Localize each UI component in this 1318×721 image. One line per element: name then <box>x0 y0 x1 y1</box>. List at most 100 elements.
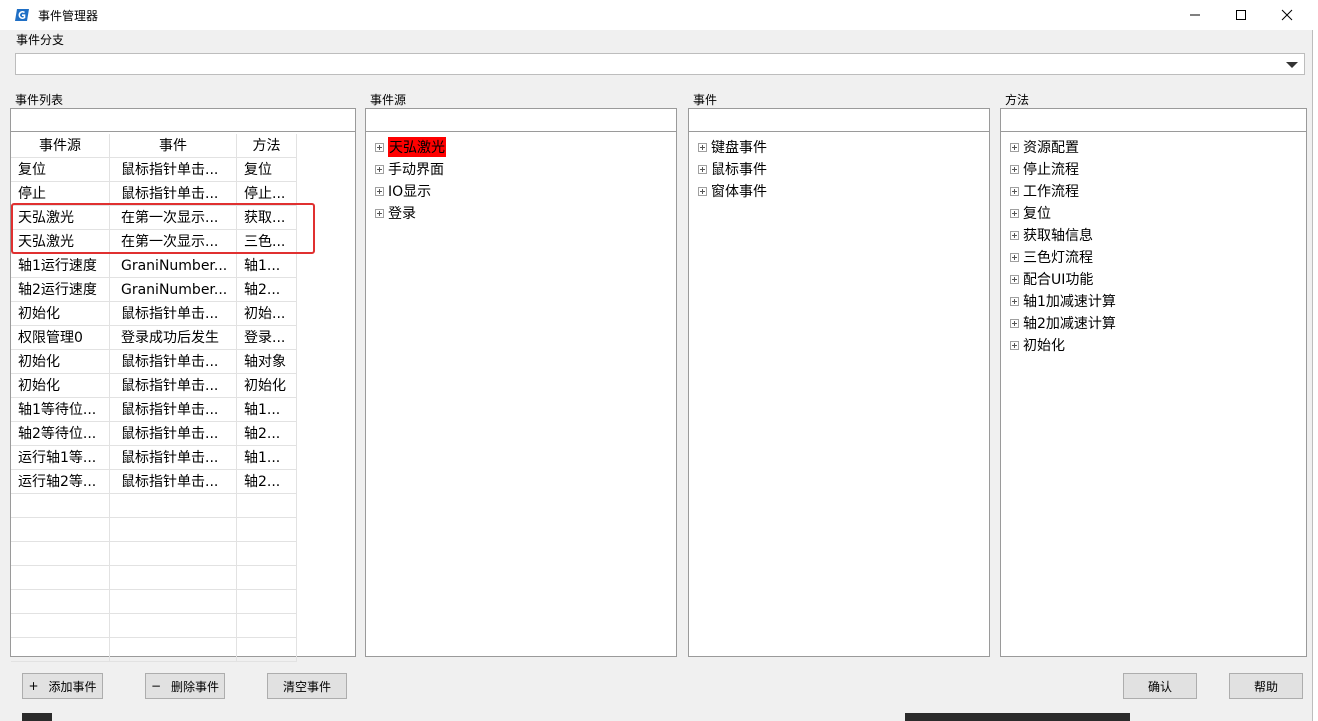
expand-icon[interactable] <box>1010 274 1019 284</box>
table-row[interactable]: 初始化 鼠标指针单击... 轴对象 <box>11 350 297 374</box>
clear-events-label: 清空事件 <box>282 679 331 694</box>
expand-icon[interactable] <box>1010 252 1019 262</box>
tree-item-label: 获取轴信息 <box>1023 228 1093 244</box>
methods-label: 方法 <box>1005 93 1030 107</box>
cell-event: 鼠标指针单击... <box>110 422 237 446</box>
expand-icon[interactable] <box>1010 340 1019 350</box>
tree-item[interactable]: 轴2加减速计算 <box>1010 312 1116 334</box>
table-row[interactable]: 轴1运行速度 GraniNumber... 轴1... <box>11 254 297 278</box>
methods-search-input[interactable] <box>1001 109 1306 132</box>
tree-item[interactable]: 手动界面 <box>375 158 446 180</box>
tree-item[interactable]: 资源配置 <box>1010 136 1116 158</box>
expand-icon[interactable] <box>375 164 384 174</box>
empty-row <box>11 518 297 542</box>
events-panel: 键盘事件 鼠标事件 窗体事件 <box>688 108 990 657</box>
delete-event-button[interactable]: − 删除事件 <box>145 673 225 699</box>
tree-item[interactable]: 工作流程 <box>1010 180 1116 202</box>
cell-source: 轴2运行速度 <box>11 278 110 302</box>
cell-method: 初始... <box>237 302 297 326</box>
tree-item[interactable]: IO显示 <box>375 180 446 202</box>
cell-method: 轴1... <box>237 398 297 422</box>
cell-event: 鼠标指针单击... <box>110 350 237 374</box>
events-search-input[interactable] <box>689 109 989 132</box>
expand-icon[interactable] <box>1010 164 1019 174</box>
expand-icon[interactable] <box>375 208 384 218</box>
minus-icon: − <box>150 679 162 693</box>
branch-combobox[interactable] <box>15 53 1305 75</box>
empty-row <box>11 590 297 614</box>
cell-source: 运行轴2等... <box>11 470 110 494</box>
tree-item-label: 资源配置 <box>1023 140 1079 156</box>
confirm-label: 确认 <box>1147 679 1172 694</box>
table-row[interactable]: 运行轴1等... 鼠标指针单击... 轴1... <box>11 446 297 470</box>
event-manager-window: 事件管理器 事件分支 事件列表 事件源 事件 方法 事件源 事件 方法 复位 鼠… <box>0 0 1313 721</box>
help-button[interactable]: 帮助 <box>1229 673 1303 699</box>
cell-method: 初始化 <box>237 374 297 398</box>
add-event-button[interactable]: + 添加事件 <box>22 673 103 699</box>
tree-item[interactable]: 轴1加减速计算 <box>1010 290 1116 312</box>
minimize-button[interactable] <box>1172 0 1218 30</box>
help-label: 帮助 <box>1253 679 1278 694</box>
expand-icon[interactable] <box>375 142 384 152</box>
tree-item[interactable]: 天弘激光 <box>375 136 446 158</box>
table-row[interactable]: 初始化 鼠标指针单击... 初始... <box>11 302 297 326</box>
column-header-method[interactable]: 方法 <box>237 134 297 158</box>
expand-icon[interactable] <box>1010 318 1019 328</box>
branch-label: 事件分支 <box>16 33 65 47</box>
background-strip <box>905 713 1130 721</box>
cell-event: 鼠标指针单击... <box>110 470 237 494</box>
expand-icon[interactable] <box>698 186 707 196</box>
dropdown-arrow-icon[interactable] <box>1286 62 1298 68</box>
tree-item[interactable]: 键盘事件 <box>698 136 767 158</box>
title-bar: 事件管理器 <box>0 0 1313 30</box>
table-row[interactable]: 权限管理0 登录成功后发生 登录... <box>11 326 297 350</box>
tree-item[interactable]: 获取轴信息 <box>1010 224 1116 246</box>
tree-item[interactable]: 三色灯流程 <box>1010 246 1116 268</box>
expand-icon[interactable] <box>1010 208 1019 218</box>
event-source-search-input[interactable] <box>366 109 676 132</box>
delete-event-label: 删除事件 <box>171 679 220 694</box>
tree-item-label: 键盘事件 <box>711 140 767 156</box>
event-source-label: 事件源 <box>370 93 407 107</box>
expand-icon[interactable] <box>1010 230 1019 240</box>
cell-source: 初始化 <box>11 302 110 326</box>
expand-icon[interactable] <box>1010 186 1019 196</box>
column-header-event[interactable]: 事件 <box>110 134 237 158</box>
table-row[interactable]: 初始化 鼠标指针单击... 初始化 <box>11 374 297 398</box>
table-row[interactable]: 复位 鼠标指针单击... 复位 <box>11 158 297 182</box>
column-header-source[interactable]: 事件源 <box>11 134 110 158</box>
tree-item[interactable]: 窗体事件 <box>698 180 767 202</box>
expand-icon[interactable] <box>698 142 707 152</box>
cell-source: 复位 <box>11 158 110 182</box>
events-label: 事件 <box>693 93 718 107</box>
expand-icon[interactable] <box>1010 296 1019 306</box>
cell-event: 鼠标指针单击... <box>110 446 237 470</box>
expand-icon[interactable] <box>375 186 384 196</box>
table-row[interactable]: 轴2等待位... 鼠标指针单击... 轴2... <box>11 422 297 446</box>
event-list-search-input[interactable] <box>11 109 355 132</box>
tree-item[interactable]: 复位 <box>1010 202 1116 224</box>
annotation-highlight-box <box>11 203 315 254</box>
tree-item-label: 鼠标事件 <box>711 162 767 178</box>
tree-item-label: 三色灯流程 <box>1023 250 1093 266</box>
tree-item[interactable]: 停止流程 <box>1010 158 1116 180</box>
confirm-button[interactable]: 确认 <box>1123 673 1197 699</box>
tree-item[interactable]: 配合UI功能 <box>1010 268 1116 290</box>
close-button[interactable] <box>1264 0 1310 30</box>
table-row[interactable]: 运行轴2等... 鼠标指针单击... 轴2... <box>11 470 297 494</box>
tree-item[interactable]: 鼠标事件 <box>698 158 767 180</box>
expand-icon[interactable] <box>1010 142 1019 152</box>
expand-icon[interactable] <box>698 164 707 174</box>
table-row[interactable]: 轴1等待位... 鼠标指针单击... 轴1... <box>11 398 297 422</box>
cell-method: 复位 <box>237 158 297 182</box>
app-icon <box>15 9 29 21</box>
plus-icon: + <box>28 679 39 693</box>
cell-source: 轴1等待位... <box>11 398 110 422</box>
clear-events-button[interactable]: 清空事件 <box>267 673 347 699</box>
tree-item[interactable]: 初始化 <box>1010 334 1116 356</box>
cell-event: 鼠标指针单击... <box>110 158 237 182</box>
maximize-button[interactable] <box>1218 0 1264 30</box>
tree-item[interactable]: 登录 <box>375 202 446 224</box>
table-row[interactable]: 轴2运行速度 GraniNumber... 轴2... <box>11 278 297 302</box>
minimize-icon <box>1190 14 1200 16</box>
